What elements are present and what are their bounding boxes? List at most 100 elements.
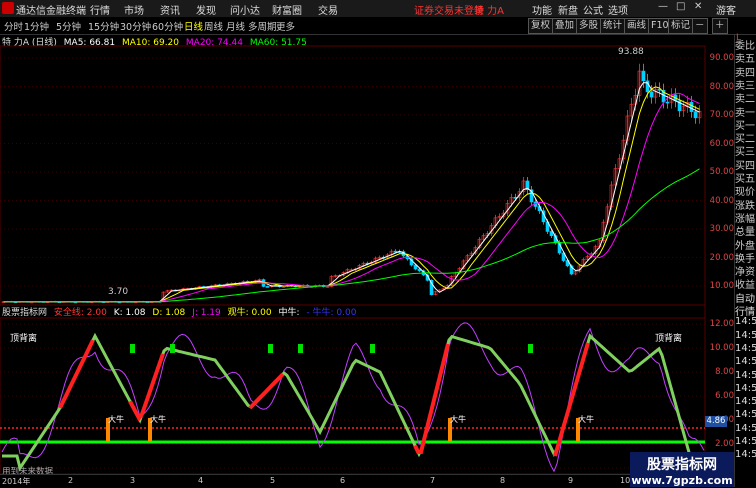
candle-body [265, 286, 270, 288]
chart-canvas[interactable]: 大牛 大牛 大牛 大牛 [0, 34, 734, 474]
menu-trade[interactable]: 交易 [318, 2, 338, 17]
watermark-url: www.7gpzb.com [631, 474, 733, 487]
date-tick-label: 4 [198, 476, 204, 485]
bull-signal-label: 大牛 [578, 414, 594, 424]
site-watermark: 股票指标网 www.7gpzb.com [630, 452, 734, 487]
period-monthly[interactable]: 月线 [226, 19, 245, 33]
k-line [2, 332, 704, 472]
menu-options[interactable]: 选项 [608, 2, 628, 17]
current-indicator-value: 4.86 [705, 416, 727, 427]
date-tick-label: 5 [270, 476, 276, 485]
menu-formula[interactable]: 公式 [583, 2, 603, 17]
price-tick-label: 50.00 [709, 167, 734, 177]
green-signal-marker [298, 344, 303, 353]
bull-signal-label: 大牛 [450, 414, 466, 424]
period-more[interactable]: 更多 [276, 19, 295, 33]
bull-rising-segment [553, 342, 590, 457]
candle-body [649, 91, 654, 98]
side-panel-label: 14:5 [735, 436, 756, 447]
menu-market[interactable]: 市场 [124, 2, 144, 17]
j-value: J: 1.19 [192, 308, 221, 318]
overlay-button[interactable]: 叠加 [552, 18, 578, 34]
green-signal-marker [528, 344, 533, 353]
period-toolbar: 分时 1分钟 5分钟 15分钟 30分钟 60分钟 日线 周线 月线 多周期 更… [0, 17, 756, 35]
statistics-button[interactable]: 统计 [600, 18, 626, 34]
indicator-name[interactable]: 股票指标网 [2, 308, 47, 318]
green-signal-marker [370, 344, 375, 353]
candle-body [693, 111, 698, 119]
period-timeshare[interactable]: 分时 [4, 19, 23, 33]
candle-body [665, 101, 670, 104]
guest-label[interactable]: 游客 [716, 2, 736, 17]
d-value: D: 1.08 [152, 308, 186, 318]
date-tick-label: 8 [500, 476, 506, 485]
bull-rising-segment [413, 343, 450, 455]
side-panel-label: 14:5 [735, 369, 756, 381]
price-tick-label: 30.00 [709, 224, 734, 234]
date-tick-label: 6 [340, 476, 346, 485]
period-5min[interactable]: 5分钟 [56, 19, 81, 33]
close-icon[interactable]: ✕ [694, 1, 702, 12]
period-multi[interactable]: 多周期 [248, 19, 277, 33]
title-bar: 通达信金融终端 行情 市场 资讯 发现 问小达 财富圈 交易 证券交易未登录 特… [0, 0, 756, 18]
top-divergence-label-right: 顶背离 [655, 334, 683, 344]
date-tick-label: 10 [620, 476, 631, 485]
year-label: 2014年 [2, 477, 31, 486]
menu-quotes[interactable]: 行情 [90, 2, 110, 17]
period-15min[interactable]: 15分钟 [88, 19, 119, 33]
side-panel-label: 14:5 [735, 449, 756, 461]
zoom-in-button[interactable]: ＋ [712, 18, 728, 34]
watermark-title: 股票指标网 [647, 457, 717, 473]
menu-wealth[interactable]: 财富圈 [272, 2, 302, 17]
side-panel-label: 14:5 [735, 396, 756, 408]
side-panel-label: 14:5 [735, 422, 756, 434]
period-1min[interactable]: 1分钟 [24, 19, 49, 33]
side-panel-label: 14:5 [735, 316, 756, 328]
maximize-icon[interactable]: □ [676, 1, 685, 12]
multi-stock-button[interactable]: 多股 [576, 18, 602, 34]
mid-bull-value: 中牛: [278, 308, 300, 318]
app-logo-icon [2, 2, 14, 14]
green-signal-marker [268, 344, 273, 353]
high-price-label: 93.88 [618, 47, 644, 57]
date-tick-label: 3 [130, 476, 136, 485]
draw-line-button[interactable]: 画线 [624, 18, 650, 34]
bull-signal-label: 大牛 [150, 414, 166, 424]
price-tick-label: 40.00 [709, 195, 734, 206]
minimize-icon[interactable]: — [658, 1, 668, 12]
period-daily[interactable]: 日线 [184, 19, 203, 33]
date-tick-label: 9 [568, 476, 574, 485]
side-panel-label: 14:5 [735, 382, 756, 394]
period-60min[interactable]: 60分钟 [152, 19, 183, 33]
price-tick-label: 10.00 [709, 281, 734, 291]
period-30min[interactable]: 30分钟 [120, 19, 151, 33]
menu-newdisk[interactable]: 新盘 [558, 2, 578, 17]
side-panel-label: 14:5 [735, 329, 756, 341]
kdj-indicator-lines [1, 322, 705, 473]
mark-button[interactable]: 标记 [668, 18, 694, 34]
green-signal-marker [170, 344, 175, 353]
watch-bull-value: 观牛: 0.00 [227, 308, 272, 318]
price-tick-label: 90.00 [709, 53, 734, 63]
date-axis: 2014年 234567891011 [0, 474, 734, 488]
ma60-line [3, 168, 700, 303]
candlestick-series [1, 63, 702, 304]
menu-news[interactable]: 资讯 [160, 2, 180, 17]
panel-marker[interactable]: L [736, 33, 741, 43]
side-panel-label: 14:5 [735, 342, 756, 354]
candle-body [549, 231, 554, 236]
low-price-label: 3.70 [108, 287, 129, 297]
restore-rights-button[interactable]: 复权 [528, 18, 554, 34]
menu-discover[interactable]: 发现 [196, 2, 216, 17]
zoom-out-button[interactable]: － [692, 18, 708, 34]
safety-line-value: 安全线: 2.00 [53, 308, 107, 318]
menu-function[interactable]: 功能 [532, 2, 552, 17]
green-signal-marker [130, 344, 135, 353]
period-weekly[interactable]: 周线 [204, 19, 223, 33]
price-tick-label: 80.00 [709, 81, 734, 92]
current-stock-name[interactable]: 特 力A [474, 2, 504, 17]
bull-signal-label: 大牛 [108, 414, 124, 424]
indicator-tick-label: 2.00 [715, 439, 734, 449]
candle-body [393, 250, 398, 253]
menu-ask[interactable]: 问小达 [230, 2, 260, 17]
